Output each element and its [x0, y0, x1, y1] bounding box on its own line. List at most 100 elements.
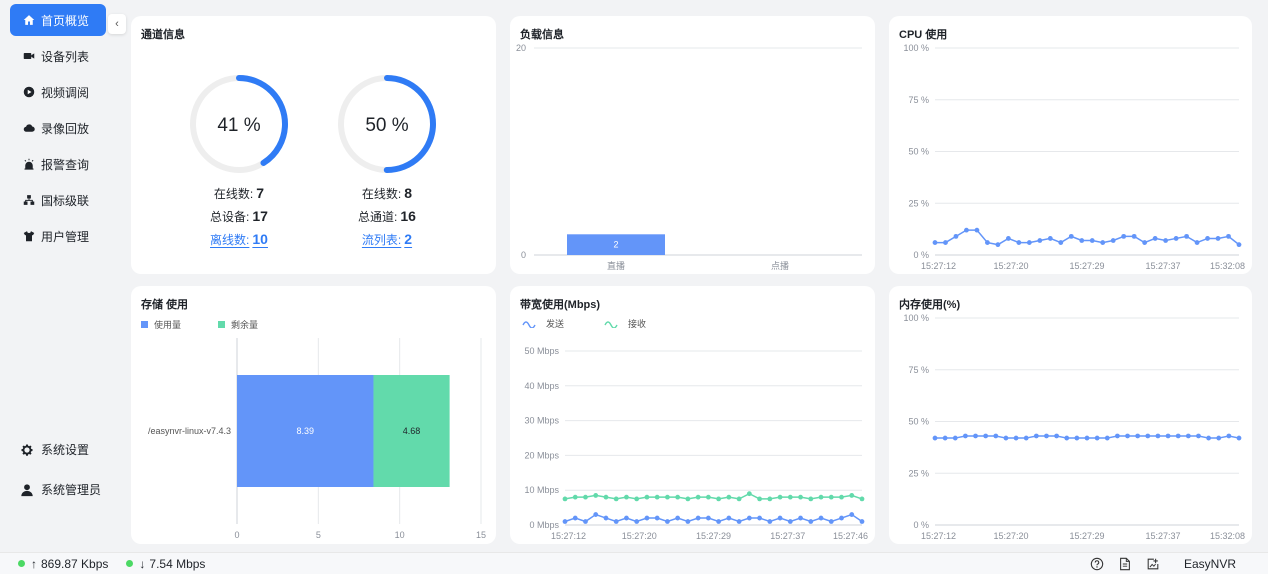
data-point — [1044, 433, 1049, 439]
data-point — [1196, 433, 1201, 439]
sidebar-item-playback[interactable]: 录像回放 — [10, 112, 106, 144]
sidebar-item-home[interactable]: 首页概览 — [10, 4, 106, 36]
data-point — [1064, 435, 1070, 441]
data-point — [593, 512, 599, 517]
data-point — [1079, 238, 1085, 243]
export-button[interactable] — [1146, 557, 1160, 571]
memory-chart: 0 % 25 % 50 % 75 % 100 % 15:27:12 15:27:20 15:2… — [903, 313, 1245, 541]
data-point — [583, 494, 588, 500]
upload-value: 869.87 Kbps — [41, 556, 109, 571]
x-tick-label: 15:27:37 — [1145, 261, 1180, 271]
sidebar-item-label: 用户管理 — [41, 229, 90, 244]
data-point — [849, 493, 855, 498]
data-point — [736, 519, 742, 524]
sidebar-item-cascade[interactable]: 国标级联 — [10, 184, 106, 216]
y-tick-label: 20 — [516, 43, 526, 53]
offline-count-label: 离线数: — [210, 233, 250, 247]
stream-list-link[interactable]: 流列表: 2 — [347, 231, 427, 248]
load-chart: 20 0 2 直播 点播 — [516, 43, 862, 271]
data-point — [973, 433, 978, 439]
data-point — [1089, 238, 1095, 243]
data-point — [757, 515, 762, 521]
offline-count-link[interactable]: 离线数: 10 — [199, 231, 279, 248]
document-button[interactable] — [1118, 557, 1132, 571]
data-point — [1226, 233, 1231, 239]
data-point — [1131, 233, 1137, 239]
data-point — [665, 519, 670, 524]
data-point — [1163, 238, 1169, 243]
data-point — [808, 519, 814, 524]
bandwidth-chart: 0 Mbps 10 Mbps 20 Mbps 30 Mbps 40 Mbps 50 Mbp… — [524, 346, 868, 541]
sidebar-item-label: 报警查询 — [41, 157, 90, 172]
data-point — [932, 240, 938, 245]
data-point — [1236, 242, 1242, 248]
y-tick-label: 20 Mbps — [524, 450, 559, 460]
data-point — [767, 519, 773, 524]
stream-list-value: 2 — [404, 231, 413, 247]
data-point — [859, 496, 865, 502]
cloud-icon — [22, 122, 35, 135]
data-point — [1184, 233, 1189, 239]
system-settings-link[interactable]: 系统设置 — [20, 441, 89, 458]
x-tick-label: 15:27:20 — [993, 261, 1028, 271]
data-point — [726, 515, 732, 521]
data-point — [1205, 236, 1210, 241]
x-tick-label: 15:27:12 — [921, 531, 956, 541]
help-button[interactable] — [1090, 557, 1104, 571]
up-arrow-icon: ↑ — [31, 556, 37, 571]
channel-info-card: 通道信息 41 % 50 % 在线数: 7 总设备: 17 离线数: 10 在线数: 8… — [131, 16, 496, 274]
data-point — [777, 494, 783, 500]
online-count-label: 在线数: — [213, 187, 254, 201]
sidebar-item-alarm[interactable]: 报警查询 — [10, 148, 106, 180]
x-tick-label: 15:27:29 — [696, 531, 731, 541]
data-point — [1094, 435, 1100, 441]
data-point — [634, 519, 640, 524]
sidebar-item-video[interactable]: 视频调阅 — [10, 76, 106, 108]
data-point — [1100, 240, 1106, 245]
x-tick-label: 0 — [234, 530, 239, 540]
data-point — [736, 496, 742, 502]
sidebar-item-users[interactable]: 用户管理 — [10, 220, 106, 252]
data-point — [818, 515, 824, 521]
data-point — [787, 519, 793, 524]
brand-name: EasyNVR — [1183, 557, 1236, 571]
data-point — [1026, 240, 1032, 245]
online-channel-value: 8 — [404, 185, 413, 201]
data-point — [808, 496, 814, 502]
data-point — [1023, 435, 1029, 441]
data-point — [1110, 238, 1116, 243]
admin-user-link[interactable]: 系统管理员 — [20, 481, 101, 498]
series-line — [564, 513, 863, 523]
channel-info-title: 通道信息 — [141, 29, 185, 41]
data-point — [1013, 435, 1019, 441]
total-channels-value: 16 — [400, 208, 416, 224]
bar-data-label: 4.68 — [403, 426, 421, 436]
data-point — [634, 496, 640, 502]
data-point — [654, 494, 660, 500]
data-point — [624, 515, 629, 521]
x-tick-label: 15:27:20 — [622, 531, 657, 541]
shirt-icon — [22, 230, 35, 243]
x-tick-label: 15:27:12 — [551, 531, 586, 541]
data-point — [983, 433, 989, 439]
data-point — [1185, 433, 1191, 439]
series-line — [564, 492, 863, 500]
y-tick-label: 75 % — [908, 95, 929, 105]
data-point — [685, 496, 691, 502]
export-icon — [1147, 558, 1159, 570]
data-point — [932, 435, 938, 441]
download-rate: ↓ 7.54 Mbps — [126, 557, 205, 571]
sidebar-collapse-button[interactable]: ‹ — [108, 14, 126, 34]
stream-percent-label: 50 % — [365, 115, 408, 136]
data-point — [1175, 433, 1181, 439]
status-bar: ↑ 869.87 Kbps ↓ 7.54 Mbps EasyNVR — [0, 552, 1268, 574]
x-tick-label: 15:27:46 — [833, 531, 868, 541]
sidebar-item-devices[interactable]: 设备列表 — [10, 40, 106, 72]
data-point — [1068, 233, 1074, 239]
data-point — [746, 491, 752, 497]
data-point — [1194, 240, 1200, 245]
y-tick-label: 75 % — [908, 365, 929, 375]
data-point — [943, 240, 948, 245]
data-point — [798, 515, 803, 521]
sidebar: 首页概览 设备列表 视频调阅 录像回放 报警查询 国标级联 用户管理 ‹ 系统设… — [0, 0, 126, 552]
